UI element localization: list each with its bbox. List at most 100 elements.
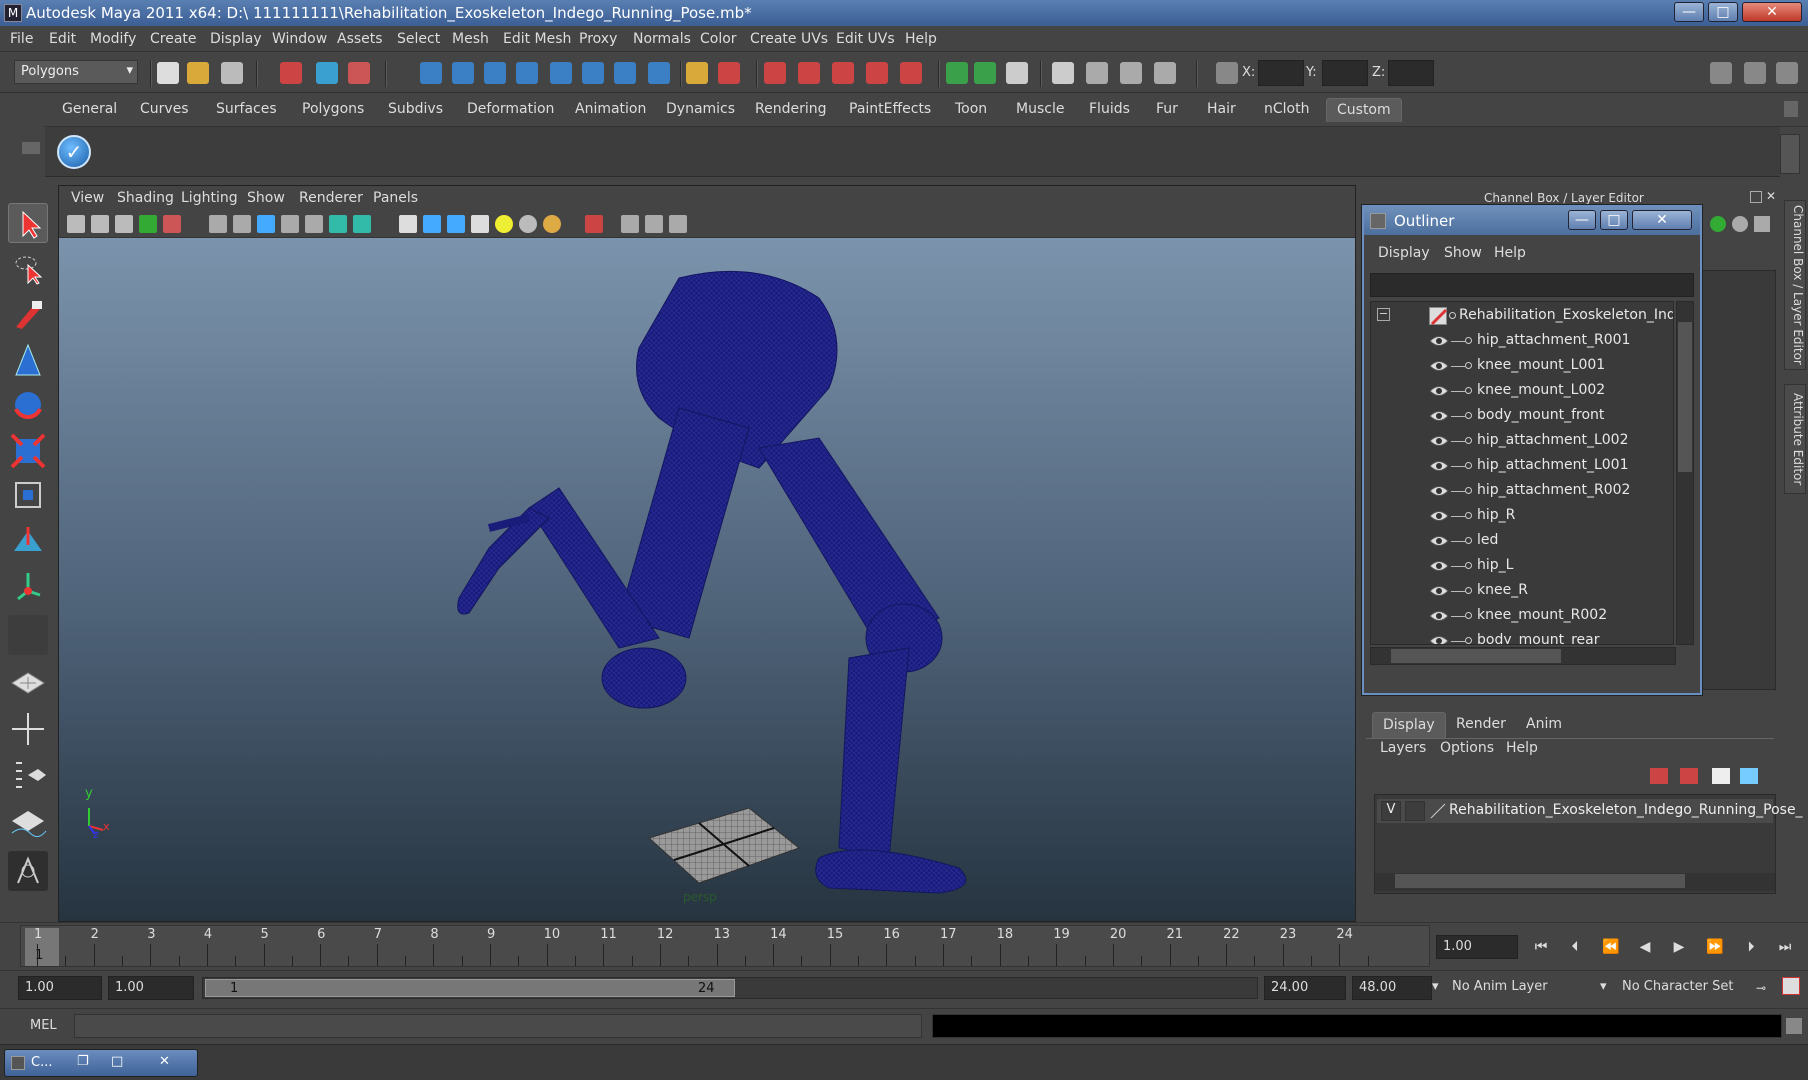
shadows-icon[interactable] bbox=[543, 215, 561, 233]
menu-proxy[interactable]: Proxy bbox=[579, 31, 617, 47]
layer-tab-display[interactable]: Display bbox=[1372, 712, 1446, 738]
show-manipulator-icon[interactable] bbox=[8, 565, 48, 605]
restore-icon[interactable]: ❐ bbox=[77, 1054, 89, 1069]
bookmark-icon[interactable] bbox=[115, 215, 133, 233]
menu-help[interactable]: Help bbox=[905, 31, 937, 47]
resolution-gate-icon[interactable] bbox=[257, 215, 275, 233]
new-layer-from-selection-icon[interactable] bbox=[1740, 768, 1758, 784]
command-language-label[interactable]: MEL bbox=[30, 1018, 57, 1033]
single-perspective-layout-icon[interactable] bbox=[8, 663, 48, 703]
select-object-icon[interactable] bbox=[316, 62, 338, 84]
new-empty-layer-icon[interactable] bbox=[1712, 768, 1730, 784]
textured-icon[interactable] bbox=[471, 215, 489, 233]
shelf-tab-subdivs[interactable]: Subdivs bbox=[388, 98, 443, 122]
time-slider-ruler[interactable]: 1 1 2 3 4 5 6 7 8 9 10 11 12 13 14 15 16 17 18 19 20 21 22 23 2… bbox=[20, 925, 1430, 967]
outliner-hscroll-thumb[interactable] bbox=[1391, 649, 1561, 663]
side-tab-attribute-editor[interactable]: Attribute Editor bbox=[1784, 384, 1806, 494]
step-forward-key-icon[interactable]: ⏩ bbox=[1706, 939, 1724, 955]
lock-icon[interactable] bbox=[686, 62, 708, 84]
history-icon[interactable] bbox=[582, 62, 604, 84]
minimized-window[interactable]: C... ❐ □ ✕ bbox=[4, 1049, 198, 1077]
play-forwards-icon[interactable]: ▶ bbox=[1670, 939, 1688, 955]
viewport-menu-lighting[interactable]: Lighting bbox=[181, 190, 238, 206]
outliner-item[interactable]: knee_mount_R002 bbox=[1371, 604, 1673, 629]
render-view-icon[interactable] bbox=[900, 62, 922, 84]
layer-hscroll-thumb[interactable] bbox=[1395, 874, 1685, 888]
coord-z-input[interactable] bbox=[1388, 60, 1434, 86]
shelf-tab-ncloth[interactable]: nCloth bbox=[1264, 98, 1309, 122]
close-icon[interactable]: ✕ bbox=[159, 1054, 170, 1069]
layer-type-toggle[interactable] bbox=[1405, 801, 1425, 821]
render-icon[interactable] bbox=[614, 62, 636, 84]
step-back-key-icon[interactable]: ⏪ bbox=[1602, 939, 1620, 955]
outliner-item[interactable]: hip_attachment_R001 bbox=[1371, 329, 1673, 354]
move-layer-down-icon[interactable] bbox=[1680, 768, 1698, 784]
viewport-menu-shading[interactable]: Shading bbox=[117, 190, 174, 206]
pin-icon[interactable] bbox=[1754, 216, 1770, 232]
coord-x-input[interactable] bbox=[1258, 60, 1304, 86]
layout-outliner-icon[interactable] bbox=[1154, 62, 1176, 84]
outliner-item[interactable]: hip_R bbox=[1371, 504, 1673, 529]
move-tool-icon[interactable] bbox=[8, 341, 48, 381]
help-icon[interactable] bbox=[648, 62, 670, 84]
outliner-item[interactable]: knee_R bbox=[1371, 579, 1673, 604]
play-backwards-icon[interactable]: ◀ bbox=[1636, 939, 1654, 955]
go-to-start-icon[interactable]: ⏮ bbox=[1532, 939, 1550, 955]
outliner-root-item[interactable]: − Rehabilitation_Exoskeleton_Indego_Runn… bbox=[1371, 304, 1673, 329]
camera-attributes-icon[interactable] bbox=[91, 215, 109, 233]
layer-hscroll[interactable] bbox=[1375, 873, 1775, 891]
transform-mode-icon[interactable] bbox=[1216, 62, 1238, 84]
open-scene-icon[interactable] bbox=[187, 62, 209, 84]
make-live-icon[interactable] bbox=[550, 62, 572, 84]
shelf-tab-general[interactable]: General bbox=[62, 98, 117, 122]
character-set-dropdown[interactable]: No Character Set bbox=[1616, 976, 1746, 1000]
snap-point-icon[interactable] bbox=[484, 62, 506, 84]
wireframe-on-shaded-icon[interactable] bbox=[447, 215, 465, 233]
animation-preferences-icon[interactable] bbox=[1782, 977, 1800, 995]
outliner-item[interactable]: hip_attachment_R002 bbox=[1371, 479, 1673, 504]
soft-modification-icon[interactable] bbox=[8, 521, 48, 561]
trash-icon[interactable] bbox=[1784, 101, 1798, 117]
outliner-menu-help[interactable]: Help bbox=[1494, 245, 1526, 261]
viewport-3d-canvas[interactable]: y x z persp bbox=[59, 238, 1355, 921]
anim-layer-dropdown[interactable]: No Anim Layer ▾ bbox=[1432, 976, 1596, 1000]
menu-edit[interactable]: Edit bbox=[49, 31, 76, 47]
menu-set-dropdown[interactable]: Polygons ▾ bbox=[14, 60, 138, 84]
shelf-tab-hair[interactable]: Hair bbox=[1207, 98, 1236, 122]
show-attribute-editor-icon[interactable] bbox=[1710, 62, 1732, 84]
shelf-tab-surfaces[interactable]: Surfaces bbox=[216, 98, 277, 122]
channel-box-float-icon[interactable] bbox=[1750, 191, 1762, 203]
layout-persp-icon[interactable] bbox=[1120, 62, 1142, 84]
save-scene-icon[interactable] bbox=[221, 62, 243, 84]
menu-create[interactable]: Create bbox=[150, 31, 197, 47]
field-chart-icon[interactable] bbox=[305, 215, 323, 233]
default-light-icon[interactable] bbox=[495, 215, 513, 233]
menu-edit-mesh[interactable]: Edit Mesh bbox=[503, 31, 571, 47]
select-tool-icon[interactable] bbox=[8, 203, 48, 243]
x-ray-joints-icon[interactable] bbox=[645, 215, 663, 233]
shelf-menu-icon[interactable] bbox=[22, 142, 40, 154]
film-gate-icon[interactable] bbox=[233, 215, 251, 233]
four-view-layout-icon[interactable] bbox=[8, 709, 48, 749]
layout-four-icon[interactable] bbox=[1086, 62, 1108, 84]
layer-tab-render[interactable]: Render bbox=[1446, 712, 1516, 738]
attribute-icon[interactable] bbox=[1732, 216, 1748, 232]
outliner-item[interactable]: hip_L bbox=[1371, 554, 1673, 579]
outliner-item[interactable]: body_mount_rear bbox=[1371, 629, 1673, 644]
layer-menu-layers[interactable]: Layers bbox=[1380, 740, 1426, 756]
key-icon[interactable] bbox=[1710, 216, 1726, 232]
viewport-menu-renderer[interactable]: Renderer bbox=[299, 190, 363, 206]
shelf-tab-polygons[interactable]: Polygons bbox=[302, 98, 364, 122]
checkmark-shelf-icon[interactable]: ✓ bbox=[57, 135, 91, 169]
high-quality-icon[interactable] bbox=[669, 215, 687, 233]
menu-color[interactable]: Color bbox=[700, 31, 737, 47]
perspective-viewport[interactable]: View Shading Lighting Show Renderer Pane… bbox=[58, 185, 1356, 922]
menu-file[interactable]: File bbox=[10, 31, 33, 47]
outliner-item[interactable]: knee_mount_L002 bbox=[1371, 379, 1673, 404]
render-settings-icon[interactable] bbox=[832, 62, 854, 84]
coord-y-input[interactable] bbox=[1322, 60, 1368, 86]
new-scene-icon[interactable] bbox=[157, 62, 179, 84]
menu-modify[interactable]: Modify bbox=[90, 31, 136, 47]
key-toggle-icon[interactable]: ⊸ bbox=[1756, 981, 1776, 995]
select-hierarchy-icon[interactable] bbox=[280, 62, 302, 84]
